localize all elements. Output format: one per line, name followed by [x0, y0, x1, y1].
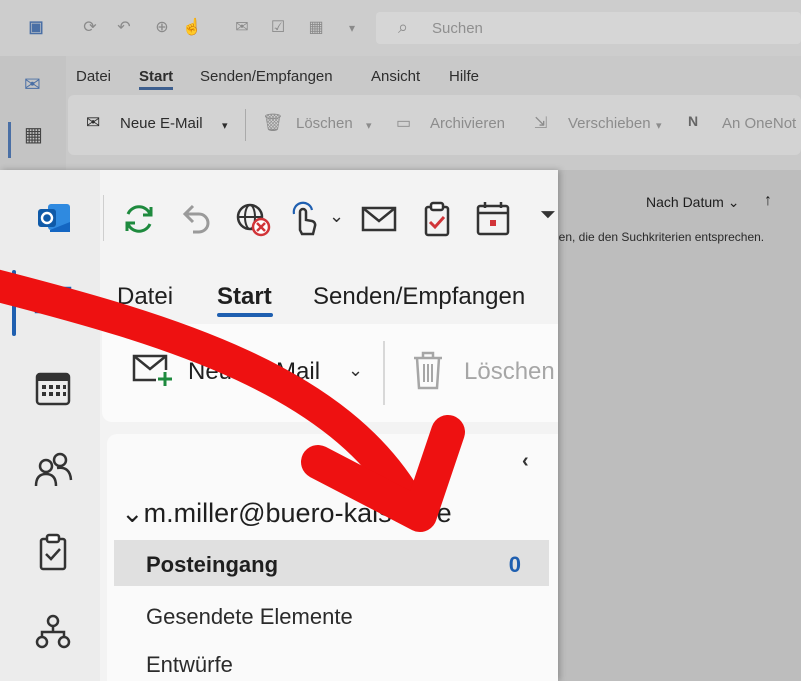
bg-tab-senden-empfangen[interactable]: Senden/Empfangen	[200, 68, 333, 85]
new-mail-button[interactable]: Neue E-Mail	[188, 358, 320, 386]
folder-inbox-count: 0	[508, 552, 521, 577]
bg-archive-button[interactable]: Archivieren	[430, 115, 505, 132]
bg-ribbon: ✉ Neue E-Mail ▾ 🗑 Löschen ▾ ▭ Archiviere…	[68, 95, 801, 155]
bg-search-box[interactable]: ⌕ Suchen	[376, 12, 801, 44]
folder-inbox[interactable]: Posteingang 0	[114, 540, 549, 586]
bg-sort-by-date-button[interactable]: Nach Datum ⌄	[646, 194, 739, 211]
tab-senden-empfangen[interactable]: Senden/Empfangen	[313, 283, 525, 311]
globe-blocked-icon[interactable]	[234, 200, 272, 238]
tab-datei[interactable]: Datei	[117, 283, 173, 311]
bg-ribbon-separator	[245, 109, 246, 141]
bg-touch-mode-icon[interactable]: ☝	[182, 18, 202, 38]
bg-nav-mail-icon[interactable]: ✉	[24, 72, 41, 97]
chevron-down-icon: ⌄	[121, 498, 144, 528]
bg-move-chevron-icon[interactable]: ▾	[656, 119, 662, 132]
ribbon: Neue E-Mail ⌄ Löschen	[102, 324, 558, 422]
bg-move-button[interactable]: Verschieben	[568, 115, 651, 132]
folder-pane: ‹ ⌄m.miller@buero-kaiser.de Posteingang …	[107, 434, 558, 681]
bg-undo-icon[interactable]: ↶	[114, 18, 134, 38]
bg-nav-calendar-icon[interactable]: ▦	[24, 122, 43, 147]
bg-mail-icon[interactable]: ✉	[232, 18, 252, 38]
touch-mode-icon[interactable]	[286, 200, 324, 238]
bg-outlook-logo-icon: ▣	[28, 19, 44, 36]
bg-customize-qat-icon[interactable]: ▾	[342, 18, 362, 38]
bg-nav-active-indicator	[8, 122, 11, 158]
bg-tab-datei[interactable]: Datei	[76, 68, 111, 85]
bg-message-list: Nach Datum ⌄ ↑ len, die den Suchkriterie…	[556, 170, 801, 681]
bg-tab-start[interactable]: Start	[139, 68, 174, 90]
bg-sort-label: Nach Datum	[646, 194, 724, 210]
delete-button[interactable]: Löschen	[464, 358, 555, 386]
nav-calendar-icon[interactable]	[33, 368, 73, 408]
nav-tasks-icon[interactable]	[33, 532, 73, 572]
bg-tab-hilfe[interactable]: Hilfe	[449, 68, 479, 85]
account-email: m.miller@buero-kaiser.de	[143, 498, 452, 528]
bg-delete-chevron-icon[interactable]: ▾	[366, 119, 372, 132]
bg-calendar-icon[interactable]: ▦	[306, 18, 326, 38]
bg-delete-button[interactable]: Löschen	[296, 115, 353, 132]
qat-separator	[103, 195, 104, 241]
folder-drafts[interactable]: Entwürfe	[146, 652, 233, 678]
mail-icon[interactable]	[360, 200, 398, 238]
nav-people-icon[interactable]	[33, 450, 73, 490]
touch-mode-chevron-icon[interactable]: ⌄	[329, 206, 344, 227]
folder-sent[interactable]: Gesendete Elemente	[146, 604, 353, 630]
bg-globe-blocked-icon[interactable]: ⊕	[152, 18, 172, 38]
task-icon[interactable]	[418, 200, 456, 238]
nav-org-icon[interactable]	[33, 612, 73, 652]
bg-search-icon: ⌕	[398, 17, 409, 37]
outlook-logo-icon	[38, 204, 70, 232]
bg-onenote-icon: N	[688, 113, 699, 129]
bg-tab-ansicht[interactable]: Ansicht	[371, 68, 420, 85]
sync-icon[interactable]	[120, 200, 158, 238]
zoomed-outlook-window: ⌄ ⏷ Datei Start Senden/Empfangen Neue E-…	[0, 170, 558, 681]
nav-active-indicator	[12, 270, 16, 336]
ribbon-separator	[383, 341, 385, 405]
navigation-rail	[0, 170, 100, 681]
calendar-icon[interactable]	[474, 200, 512, 238]
bg-sync-icon[interactable]: ⟳	[80, 18, 100, 38]
bg-delete-icon: 🗑	[262, 113, 284, 132]
bg-new-mail-chevron-icon[interactable]: ▾	[222, 119, 228, 132]
bg-move-icon: ⇲	[534, 115, 548, 132]
bg-archive-icon: ▭	[396, 115, 412, 132]
folder-inbox-label: Posteingang	[146, 552, 279, 577]
new-mail-icon	[132, 354, 174, 388]
account-header[interactable]: ⌄m.miller@buero-kaiser.de	[121, 498, 452, 529]
bg-task-icon[interactable]: ☑	[268, 18, 288, 38]
nav-mail-icon[interactable]	[33, 280, 73, 320]
tab-start[interactable]: Start	[217, 283, 272, 311]
collapse-pane-icon[interactable]: ‹	[522, 450, 529, 473]
bg-search-placeholder: Suchen	[432, 20, 483, 37]
delete-icon	[414, 351, 442, 390]
bg-no-results-text: len, die den Suchkriterien entsprechen.	[556, 230, 765, 244]
customize-qat-icon[interactable]: ⏷	[540, 204, 556, 227]
undo-icon[interactable]	[177, 200, 215, 238]
tab-start-active-indicator	[217, 313, 273, 317]
bg-titlebar: ▣ ⟳ ↶ ⊕ ☝ ✉ ☑ ▦ ▾ ⌕ Suchen	[0, 0, 801, 56]
bg-sort-direction-icon[interactable]: ↑	[764, 192, 772, 210]
bg-new-mail-button[interactable]: Neue E-Mail	[120, 115, 203, 132]
bg-onenote-button[interactable]: An OneNot	[722, 115, 796, 132]
new-mail-chevron-icon[interactable]: ⌄	[348, 360, 363, 381]
bg-new-mail-icon: ✉	[86, 113, 101, 132]
